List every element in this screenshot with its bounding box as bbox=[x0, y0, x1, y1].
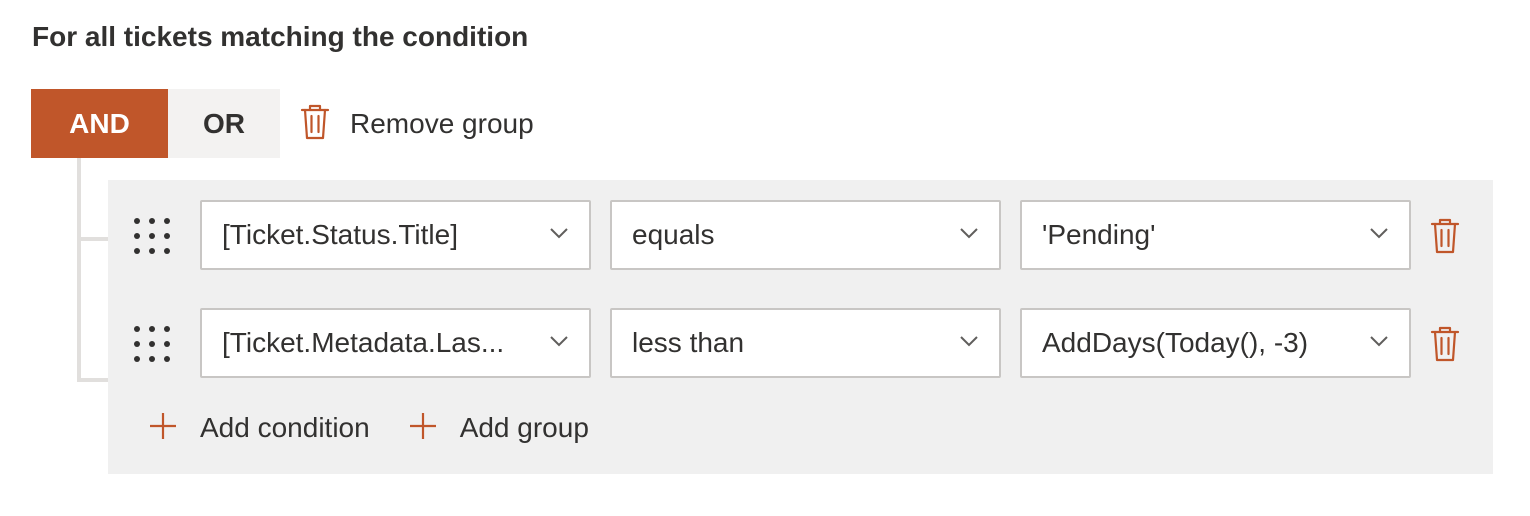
drag-handle-icon[interactable] bbox=[134, 218, 170, 254]
value-dropdown[interactable]: AddDays(Today(), -3) bbox=[1020, 308, 1411, 378]
plus-icon bbox=[408, 411, 438, 446]
chevron-down-icon bbox=[959, 226, 979, 240]
trash-icon bbox=[300, 103, 330, 146]
field-dropdown-value: [Ticket.Status.Title] bbox=[222, 219, 458, 250]
operator-dropdown[interactable]: equals bbox=[610, 200, 1001, 270]
operator-dropdown-value: less than bbox=[632, 327, 745, 358]
delete-condition-button[interactable] bbox=[1430, 325, 1466, 365]
value-dropdown-value: AddDays(Today(), -3) bbox=[1042, 327, 1309, 358]
tree-connector-branch bbox=[77, 378, 108, 382]
field-dropdown-value: [Ticket.Metadata.Las... bbox=[222, 327, 505, 358]
chevron-down-icon bbox=[549, 334, 569, 348]
add-condition-button[interactable]: Add condition bbox=[148, 411, 370, 446]
chevron-down-icon bbox=[1369, 334, 1389, 348]
or-toggle-button[interactable]: OR bbox=[168, 89, 280, 158]
add-actions: Add condition Add group bbox=[148, 406, 627, 450]
trash-icon bbox=[1430, 218, 1460, 259]
add-group-button[interactable]: Add group bbox=[408, 411, 589, 446]
condition-group-panel: [Ticket.Status.Title] equals 'Pending' [… bbox=[108, 180, 1493, 474]
add-group-label: Add group bbox=[459, 412, 589, 443]
field-dropdown[interactable]: [Ticket.Metadata.Las... bbox=[200, 308, 591, 378]
and-toggle-button[interactable]: AND bbox=[31, 89, 168, 158]
tree-connector-branch bbox=[77, 237, 108, 241]
value-dropdown[interactable]: 'Pending' bbox=[1020, 200, 1411, 270]
condition-row: [Ticket.Status.Title] equals 'Pending' bbox=[108, 200, 1493, 270]
field-dropdown[interactable]: [Ticket.Status.Title] bbox=[200, 200, 591, 270]
delete-condition-button[interactable] bbox=[1430, 217, 1466, 257]
plus-icon bbox=[148, 411, 178, 446]
remove-group-label: Remove group bbox=[350, 108, 534, 139]
chevron-down-icon bbox=[959, 334, 979, 348]
drag-handle-icon[interactable] bbox=[134, 326, 170, 362]
value-dropdown-value: 'Pending' bbox=[1042, 219, 1156, 250]
operator-dropdown[interactable]: less than bbox=[610, 308, 1001, 378]
chevron-down-icon bbox=[1369, 226, 1389, 240]
chevron-down-icon bbox=[549, 226, 569, 240]
and-or-toggle: AND OR bbox=[31, 89, 280, 158]
add-condition-label: Add condition bbox=[200, 412, 370, 443]
remove-group-button[interactable]: Remove group bbox=[300, 98, 534, 150]
page-title: For all tickets matching the condition bbox=[32, 21, 529, 52]
operator-dropdown-value: equals bbox=[632, 219, 715, 250]
trash-icon bbox=[1430, 326, 1460, 367]
condition-row: [Ticket.Metadata.Las... less than AddDay… bbox=[108, 308, 1493, 378]
tree-connector bbox=[77, 158, 81, 382]
